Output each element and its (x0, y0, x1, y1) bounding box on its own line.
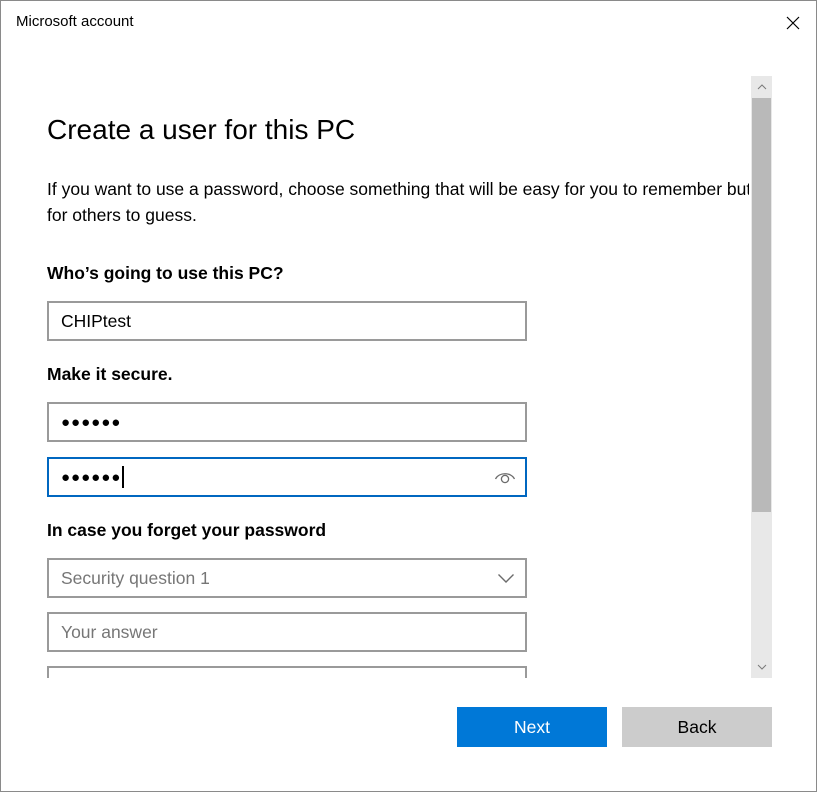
password-value: ●●●●●● (61, 413, 122, 431)
window-title: Microsoft account (16, 13, 134, 30)
username-label: Who’s going to use this PC? (47, 263, 284, 283)
page-description: If you want to use a password, choose so… (47, 179, 749, 225)
next-button[interactable]: Next (457, 707, 607, 747)
confirm-password-value: ●●●●●● (61, 468, 122, 486)
username-value: CHIPtest (61, 310, 132, 331)
page-title: Create a user for this PC (47, 114, 356, 145)
vertical-scrollbar[interactable] (751, 76, 772, 678)
security-question-2-select[interactable] (47, 666, 527, 678)
secure-label: Make it secure. (47, 364, 173, 384)
security-answer-placeholder: Your answer (61, 621, 158, 642)
back-button[interactable]: Back (622, 707, 772, 747)
eye-icon[interactable] (494, 467, 516, 487)
recovery-label: In case you forget your password (47, 520, 327, 540)
security-question-select[interactable]: Security question 1 (47, 558, 527, 598)
text-caret (122, 466, 124, 488)
confirm-password-field[interactable]: ●●●●●● (47, 457, 527, 497)
scroll-thumb[interactable] (752, 98, 771, 512)
close-button[interactable] (770, 1, 816, 45)
scroll-down-button[interactable] (751, 656, 772, 678)
scroll-down-icon (757, 664, 766, 670)
scroll-up-button[interactable] (751, 76, 772, 98)
close-icon (786, 16, 800, 30)
security-question-selected: Security question 1 (61, 567, 210, 588)
scroll-content: Create a user for this PC If you want to… (1, 76, 749, 678)
username-field[interactable]: CHIPtest (47, 301, 527, 341)
password-field[interactable]: ●●●●●● (47, 402, 527, 442)
microsoft-account-dialog: Microsoft account Create a user for this… (0, 0, 817, 792)
security-answer-field[interactable]: Your answer (47, 612, 527, 652)
scroll-up-icon (757, 84, 766, 90)
chevron-down-icon (498, 574, 514, 583)
title-bar: Microsoft account (1, 1, 816, 45)
